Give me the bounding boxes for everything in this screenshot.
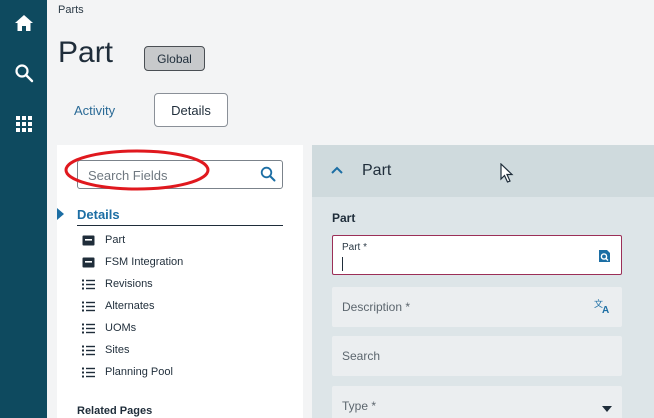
type-field[interactable]: Type * — [332, 386, 622, 418]
list-icon — [81, 344, 95, 356]
mouse-cursor-icon — [500, 163, 514, 183]
divider — [77, 225, 283, 226]
part-field-label: Part * — [342, 242, 368, 253]
nav-item-label: FSM Integration — [105, 256, 184, 268]
nav-item-uoms[interactable]: UOMs — [81, 319, 136, 337]
apps-button[interactable] — [0, 104, 47, 144]
details-heading[interactable]: Details — [77, 207, 120, 222]
breadcrumb[interactable]: Parts — [58, 4, 84, 16]
description-field[interactable]: Description * 文 A — [332, 287, 622, 327]
description-field-label: Description * — [342, 300, 411, 314]
apps-grid-icon — [15, 116, 32, 132]
nav-item-label: Planning Pool — [105, 366, 173, 378]
dropdown-arrow-icon[interactable] — [602, 406, 612, 412]
nav-item-part[interactable]: Part — [81, 231, 125, 249]
list-icon — [81, 322, 95, 334]
nav-item-label: Part — [105, 234, 126, 246]
nav-item-planning-pool[interactable]: Planning Pool — [81, 363, 173, 381]
section-title: Part — [362, 162, 392, 179]
list-icon — [81, 366, 95, 378]
list-icon — [81, 278, 95, 290]
section-icon — [81, 234, 95, 246]
nav-item-label: Sites — [105, 344, 130, 356]
tab-activity[interactable]: Activity — [74, 103, 115, 118]
chevron-up-icon[interactable] — [330, 165, 344, 175]
search-icon[interactable] — [260, 166, 276, 182]
tab-details[interactable]: Details — [154, 93, 228, 127]
text-caret — [342, 257, 343, 271]
type-field-label: Type * — [342, 399, 377, 413]
search-icon — [14, 64, 33, 83]
svg-text:A: A — [602, 305, 609, 314]
list-icon — [81, 300, 95, 312]
nav-rail — [0, 0, 47, 418]
nav-item-revisions[interactable]: Revisions — [81, 275, 153, 293]
nav-item-alternates[interactable]: Alternates — [81, 297, 155, 315]
nav-item-fsm-integration[interactable]: FSM Integration — [81, 253, 183, 271]
part-field[interactable]: Part * — [332, 235, 622, 275]
home-button[interactable] — [0, 3, 47, 43]
home-icon — [14, 15, 33, 31]
fields-navigation-panel: Search Fields Details Part FSM Integrati… — [57, 145, 303, 418]
section-icon — [81, 256, 95, 268]
nav-item-label: UOMs — [105, 322, 137, 334]
related-pages-heading: Related Pages — [77, 405, 153, 417]
group-label-part: Part — [332, 211, 356, 225]
nav-item-sites[interactable]: Sites — [81, 341, 129, 359]
highlight-annotation-ellipse — [64, 149, 210, 191]
page-title: Part — [58, 36, 114, 69]
nav-item-label: Revisions — [105, 278, 153, 290]
scope-badge: Global — [144, 46, 205, 71]
nav-item-label: Alternates — [105, 300, 155, 312]
translate-icon[interactable]: 文 A — [594, 298, 612, 314]
search-field-label: Search — [342, 349, 381, 363]
search-nav-button[interactable] — [0, 53, 47, 93]
current-section-marker — [57, 208, 64, 220]
section-header[interactable]: Part — [312, 145, 654, 197]
form-panel: Part Part Part * Description * 文 A Searc… — [312, 145, 654, 418]
search-field[interactable]: Search — [332, 336, 622, 376]
lookup-icon[interactable] — [598, 249, 611, 263]
